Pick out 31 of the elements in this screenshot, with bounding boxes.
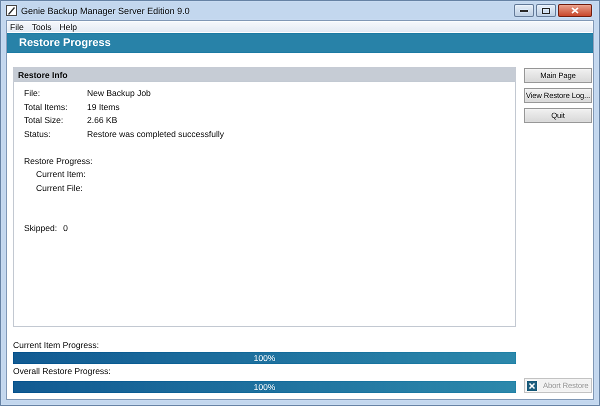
close-icon [571, 7, 579, 14]
field-value: New Backup Job [87, 88, 151, 98]
field-label: File: [24, 88, 42, 98]
menu-item[interactable]: Tools [32, 22, 52, 32]
progress-label: Overall Restore Progress: [13, 366, 112, 376]
page-header: Restore Progress [7, 33, 593, 53]
close-icon [527, 380, 537, 390]
minimize-button[interactable] [514, 4, 534, 17]
field-label: Skipped: [24, 223, 58, 233]
progress-label: Current Item Progress: [13, 340, 100, 350]
section-label: Restore Progress: [24, 156, 94, 166]
field-value: Restore was completed successfully [87, 128, 224, 138]
progress-reading: 100% [252, 352, 276, 364]
panel-title: Restore Info [14, 68, 515, 82]
progress-reading: 100% [252, 381, 276, 393]
window-title: Genie Backup Manager Server Edition 9.0 [21, 6, 191, 16]
maximize-icon [542, 8, 550, 14]
close-button[interactable] [558, 4, 592, 17]
restore-button[interactable] [536, 4, 556, 17]
menu-item[interactable]: File [10, 22, 24, 32]
app-icon [6, 5, 17, 16]
field-label: Current Item: [36, 169, 86, 179]
field-value: 0 [63, 223, 68, 233]
field-label: Total Items: [24, 102, 68, 112]
field-value: 19 Items [87, 102, 120, 112]
menu-item[interactable]: Help [60, 22, 78, 32]
field-label: Current File: [36, 182, 83, 192]
minimize-icon [520, 9, 528, 12]
field-label: Status: [24, 128, 52, 138]
field-label: Total Size: [24, 115, 64, 125]
field-value: 2.66 KB [87, 115, 118, 125]
